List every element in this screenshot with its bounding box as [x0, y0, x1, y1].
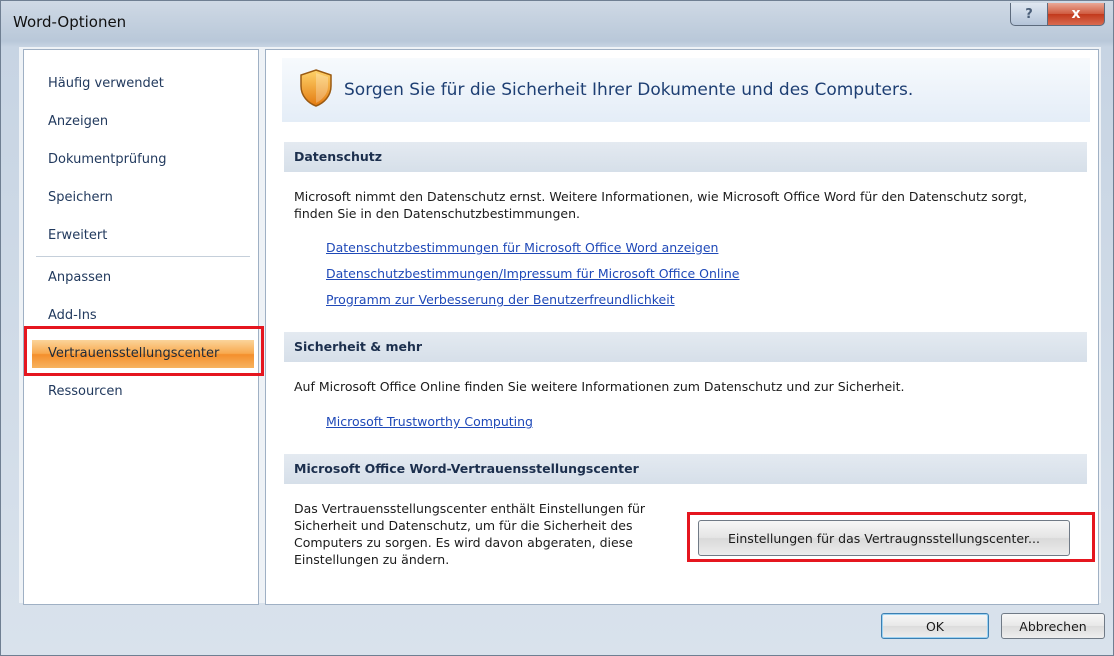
sidebar-item-anzeigen[interactable]: Anzeigen [32, 108, 254, 136]
sidebar-item-anpassen[interactable]: Anpassen [32, 264, 254, 292]
section-heading-datenschutz: Datenschutz [284, 142, 1087, 172]
sidebar-item-dokumentpruefung[interactable]: Dokumentprüfung [32, 146, 254, 174]
privacy-word-link[interactable]: Datenschutzbestimmungen für Microsoft Of… [326, 240, 718, 255]
cancel-button[interactable]: Abbrechen [1001, 613, 1105, 639]
trustworthy-computing-link[interactable]: Microsoft Trustworthy Computing [326, 414, 533, 429]
sidebar-item-haeufig-verwendet[interactable]: Häufig verwendet [32, 70, 254, 98]
sidebar-item-speichern[interactable]: Speichern [32, 184, 254, 212]
highlight-box-sidebar [24, 326, 264, 376]
sidebar-item-erweitert[interactable]: Erweitert [32, 222, 254, 250]
sicherheit-description: Auf Microsoft Office Online finden Sie w… [294, 379, 905, 394]
trust-center-description: Das Vertrauensstellungscenter enthält Ei… [294, 501, 646, 567]
ceip-link[interactable]: Programm zur Verbesserung der Benutzerfr… [326, 292, 675, 307]
close-button[interactable]: x [1047, 3, 1105, 26]
header-banner: Sorgen Sie für die Sicherheit Ihrer Doku… [282, 58, 1090, 122]
sidebar-divider [36, 256, 250, 257]
banner-heading: Sorgen Sie für die Sicherheit Ihrer Doku… [344, 80, 914, 100]
ok-button[interactable]: OK [881, 613, 989, 639]
datenschutz-description: Microsoft nimmt den Datenschutz ernst. W… [294, 189, 1028, 221]
sidebar-item-ressourcen[interactable]: Ressourcen [32, 378, 254, 406]
help-button[interactable]: ? [1010, 3, 1048, 26]
title-bar[interactable]: Word-Optionen ? x [1, 1, 1113, 43]
shield-icon [300, 69, 332, 107]
section-heading-trust-center: Microsoft Office Word-Vertrauensstellung… [284, 454, 1087, 484]
window-title: Word-Optionen [13, 13, 127, 31]
privacy-online-link[interactable]: Datenschutzbestimmungen/Impressum für Mi… [326, 266, 739, 281]
word-options-dialog: Word-Optionen ? x Häufig verwendet Anzei… [0, 0, 1114, 656]
highlight-box-button [687, 512, 1095, 562]
section-heading-sicherheit: Sicherheit & mehr [284, 332, 1087, 362]
